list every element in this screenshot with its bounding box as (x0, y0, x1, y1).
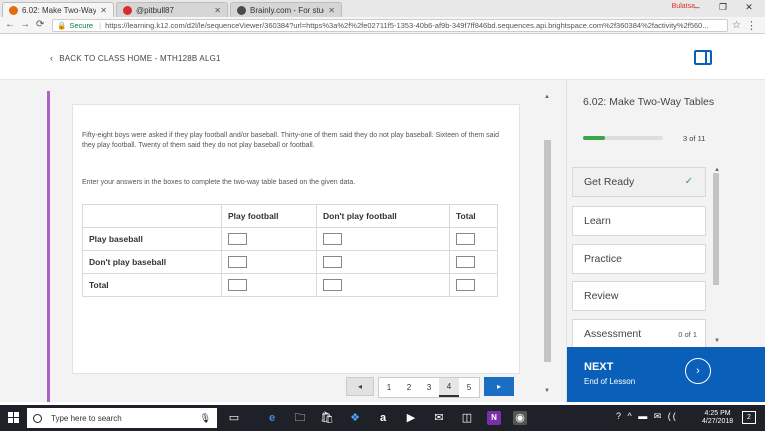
lesson-content: Fifty-eight boys were asked if they play… (0, 80, 566, 402)
accent-bar (47, 91, 50, 402)
back-to-class-link[interactable]: ‹ BACK TO CLASS HOME - MTH128B ALG1 (50, 53, 221, 63)
browser-menu-icon[interactable]: ⋮ (746, 19, 757, 32)
scroll-up-icon[interactable]: ▲ (544, 94, 550, 100)
amazon-icon[interactable]: a (376, 411, 390, 425)
taskbar-search-input[interactable]: Type here to search 🎙 (27, 408, 217, 428)
next-button[interactable]: NEXT End of Lesson › (567, 347, 765, 402)
answer-input[interactable] (323, 256, 342, 268)
onenote-icon[interactable]: N (487, 411, 501, 425)
sidebar-scroll-down-icon[interactable]: ▼ (714, 338, 720, 344)
notification-center-icon[interactable]: 2 (742, 411, 756, 424)
chevron-left-icon: ‹ (50, 53, 54, 63)
sidebar-scrollbar[interactable] (713, 173, 719, 285)
answer-input[interactable] (456, 256, 475, 268)
mail-icon[interactable]: ✉ (432, 411, 446, 425)
step-practice[interactable]: Practice (572, 244, 706, 274)
minimize-icon[interactable]: – (688, 2, 706, 14)
address-bar: ← → ⟳ 🔒 Secure | https://learning.k12.co… (0, 17, 765, 34)
cortana-icon (33, 413, 42, 423)
lesson-title: 6.02: Make Two-Way Tables (583, 96, 715, 108)
close-tab-icon[interactable]: ✕ (214, 6, 221, 15)
row-header: Total (82, 273, 222, 297)
table-row: Don't play baseball (82, 250, 498, 274)
two-way-table: Play football Don't play football Total … (82, 204, 498, 297)
edge-icon[interactable]: e (265, 411, 279, 425)
table-row: Total (82, 273, 498, 297)
lesson-progress-bar (583, 136, 663, 140)
row-header: Play baseball (82, 227, 222, 251)
scroll-down-icon[interactable]: ▼ (544, 388, 550, 394)
progress-count: 3 of 11 (683, 134, 706, 143)
step-assessment[interactable]: Assessment 0 of 1 (572, 319, 706, 349)
back-arrow-icon[interactable]: ← (5, 19, 15, 30)
close-tab-icon[interactable]: ✕ (100, 6, 107, 15)
page-2[interactable]: 2 (399, 378, 419, 397)
file-explorer-icon[interactable]: 🗀 (293, 411, 307, 425)
taskbar-clock[interactable]: 4:25 PM 4/27/2018 (702, 410, 733, 426)
content-scrollbar[interactable] (544, 140, 551, 362)
close-tab-icon[interactable]: ✕ (328, 6, 335, 15)
lesson-sidebar: 6.02: Make Two-Way Tables 3 of 11 Get Re… (566, 80, 765, 402)
bookmark-star-icon[interactable]: ☆ (732, 20, 741, 31)
page-1[interactable]: 1 (379, 378, 399, 397)
sidebar-toggle-icon[interactable] (694, 50, 712, 65)
url-input[interactable]: 🔒 Secure | https://learning.k12.com/d2l/… (52, 19, 728, 32)
answer-input[interactable] (456, 233, 475, 245)
forward-arrow-icon[interactable]: → (20, 19, 30, 30)
app-header: ‹ BACK TO CLASS HOME - MTH128B ALG1 (0, 35, 765, 80)
column-header: Total (449, 204, 498, 228)
browser-tab-lesson[interactable]: 6.02: Make Two-Way Ta ✕ (2, 2, 114, 17)
previous-page-button[interactable]: ◂ (346, 377, 374, 396)
row-header: Don't play baseball (82, 250, 222, 274)
answer-input[interactable] (228, 279, 247, 291)
instruction-text: Enter your answers in the boxes to compl… (82, 179, 356, 186)
windows-start-icon[interactable] (8, 412, 20, 424)
maximize-icon[interactable]: ❐ (714, 2, 732, 14)
windows-taskbar: Type here to search 🎙 ▭ e 🗀 🛍 ❖ a ▶ ✉ ◫ … (0, 405, 765, 431)
media-player-icon[interactable]: ▶ (404, 411, 418, 425)
step-get-ready[interactable]: Get Ready ✓ (572, 167, 706, 197)
site-favicon-icon (123, 5, 132, 15)
problem-card: Fifty-eight boys were asked if they play… (72, 104, 520, 374)
step-learn[interactable]: Learn (572, 206, 706, 236)
browser-tab-bar: 6.02: Make Two-Way Ta ✕ @pitbull87 ✕ Bra… (0, 0, 765, 17)
answer-input[interactable] (228, 256, 247, 268)
answer-input[interactable] (323, 233, 342, 245)
assessment-count: 0 of 1 (678, 330, 697, 339)
browser-tab-brainly[interactable]: Brainly.com - For studen ✕ (230, 2, 342, 17)
table-row: Play baseball (82, 227, 498, 251)
checkmark-icon: ✓ (684, 176, 693, 187)
pagination: ◂ 1 2 3 4 5 ▸ (346, 377, 514, 398)
brainly-favicon-icon (237, 5, 246, 15)
close-window-icon[interactable]: ✕ (740, 2, 758, 14)
problem-text: Fifty-eight boys were asked if they play… (82, 132, 499, 149)
dropbox-icon[interactable]: ❖ (348, 411, 362, 425)
table-corner (82, 204, 222, 228)
chevron-right-icon: › (685, 358, 711, 384)
microphone-icon[interactable]: 🎙 (200, 413, 211, 424)
step-review[interactable]: Review (572, 281, 706, 311)
next-page-button[interactable]: ▸ (484, 377, 514, 396)
task-view-icon[interactable]: ▭ (227, 411, 241, 425)
table-header-row: Play football Don't play football Total (82, 204, 498, 228)
app-icon[interactable]: ◫ (460, 411, 474, 425)
column-header: Don't play football (316, 204, 450, 228)
page-5[interactable]: 5 (459, 378, 479, 397)
url-text: https://learning.k12.com/d2l/le/sequence… (105, 21, 709, 30)
answer-input[interactable] (323, 279, 342, 291)
browser-tab-pitbull[interactable]: @pitbull87 ✕ (116, 2, 228, 17)
reload-icon[interactable]: ⟳ (36, 19, 44, 30)
page-3[interactable]: 3 (419, 378, 439, 397)
k12-favicon-icon (9, 5, 18, 15)
chrome-icon[interactable]: ◉ (513, 411, 527, 425)
store-icon[interactable]: 🛍 (320, 411, 334, 425)
page-4-current[interactable]: 4 (439, 378, 459, 397)
lock-icon: 🔒 (57, 21, 67, 30)
column-header: Play football (221, 204, 317, 228)
answer-input[interactable] (456, 279, 475, 291)
answer-input[interactable] (228, 233, 247, 245)
system-tray-icons[interactable]: ? ^ ▬ ✉ (( (616, 411, 678, 422)
